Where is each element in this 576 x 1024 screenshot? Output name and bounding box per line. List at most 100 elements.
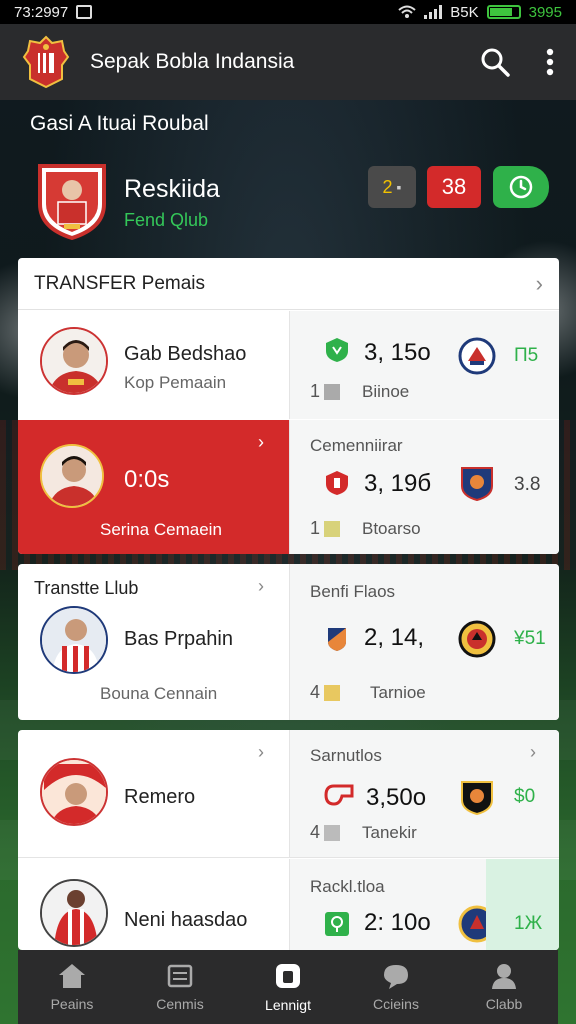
nav-label: Lennigt [265, 997, 311, 1013]
signal-icon [424, 5, 443, 19]
rank-value: 4 [310, 682, 321, 702]
rank-indicator: 1 [310, 381, 341, 402]
whistle-icon [324, 784, 354, 806]
nav-item-active[interactable]: Lennigt [234, 950, 342, 1024]
network-label: B5K [450, 3, 479, 21]
club-subtitle: Fend Qlub [124, 210, 209, 230]
player-list-card: › Remero Sarnutlos › 3,50o $0 4 Tanekir … [18, 730, 559, 950]
club-label: Sarnutlos [310, 746, 382, 765]
stat-chip-small[interactable]: 2 ▪ [368, 166, 416, 208]
club-badge-icon [458, 620, 496, 658]
red-shield-icon [326, 471, 348, 495]
app-title: Sepak Bobla Indansia [90, 50, 295, 73]
transfer-card: TRANSFER Pemais › Gab Bedshao Kop Pemaai… [18, 258, 559, 554]
player-subtitle: Kop Pemaain [124, 373, 227, 392]
wifi-icon [398, 5, 416, 18]
nav-label: Cenmis [156, 996, 204, 1012]
transfer-club-card[interactable]: Transtte Llub › Bas Prpahin Bouna Cennai… [18, 564, 559, 720]
green-shield-icon [326, 338, 348, 362]
rank-label: Tarnioe [370, 683, 426, 702]
rank-indicator: 1 [310, 518, 341, 539]
search-icon[interactable] [480, 47, 510, 77]
section-title: Gasi A Ituai Roubal [30, 112, 209, 135]
clock-icon [509, 175, 533, 199]
player-name: Gab Bedshao [124, 343, 247, 365]
stat-chip-red-value: 38 [441, 174, 467, 199]
rank-label: Tanekir [362, 823, 417, 842]
battery-label: 3995 [528, 3, 562, 21]
club-label: Cemenniirar [310, 436, 403, 455]
player-subtitle: Serina Cemaein [100, 520, 222, 539]
player-subtitle: Bouna Cennain [100, 684, 218, 703]
stat-chip-red[interactable]: 38 [427, 166, 481, 208]
club-name: Reskiida [124, 175, 220, 203]
club-badge-icon [461, 467, 493, 502]
more-vert-icon[interactable] [546, 48, 554, 76]
nav-label: Ccieins [373, 996, 419, 1012]
dots-icon: ▪ [396, 179, 402, 195]
clock-button[interactable] [493, 166, 549, 208]
home-icon [59, 964, 85, 988]
app-bar: Sepak Bobla Indansia [0, 24, 576, 100]
chat-icon [384, 965, 408, 989]
transfer-price: 2: 10o [364, 909, 431, 936]
battery-icon [486, 5, 521, 19]
player-avatar [40, 444, 104, 508]
transfer-card-header[interactable]: TRANSFER Pemais › [18, 258, 559, 310]
nav-item-chat[interactable]: Ccieins [342, 950, 450, 1024]
player-avatar [40, 327, 108, 395]
club-badge-icon [461, 781, 493, 816]
nav-item-profile[interactable]: Clabb [450, 950, 558, 1024]
transfer-card-title: TRANSFER Pemais [34, 272, 206, 294]
delta-value: П5 [514, 345, 539, 366]
rank-value: 4 [310, 822, 321, 842]
chevron-right-icon[interactable]: › [258, 576, 264, 597]
nav-item-list[interactable]: Cenmis [126, 950, 234, 1024]
rank-value: 1 [310, 381, 321, 401]
club-label: Benfi Flaos [310, 582, 396, 601]
green-ball-icon [325, 912, 349, 936]
chevron-right-icon[interactable]: › [536, 271, 543, 297]
nav-label: Peains [50, 996, 94, 1012]
chevron-right-icon[interactable]: › [258, 742, 264, 763]
player-avatar [40, 606, 108, 674]
player-avatar [40, 879, 108, 947]
rank-indicator: 4 [310, 822, 341, 843]
shirt-icon [276, 964, 300, 988]
delta-value: $0 [514, 786, 536, 807]
club-badge-icon [458, 337, 496, 375]
flag-icon [328, 628, 346, 651]
rank-indicator: 4 [310, 682, 341, 703]
match-score: 0:0s [124, 466, 170, 493]
player-avatar [40, 758, 108, 826]
delta-value: 1Ж [514, 913, 543, 934]
transfer-price: 3,50o [366, 784, 427, 811]
chevron-right-icon[interactable]: › [530, 742, 536, 763]
club-crest-icon[interactable] [34, 160, 110, 240]
list-item[interactable]: Gab Bedshao Kop Pemaain 3, 15o П5 1 Biin… [18, 311, 559, 419]
app-logo-icon [22, 35, 70, 89]
transfer-price: 3, 15o [364, 339, 431, 366]
rank-label: Biinoe [362, 382, 410, 401]
list-item[interactable]: Neni haasdao Rackl.tloa 2: 10o 1Ж [18, 859, 559, 950]
rank-label: Btoarso [362, 519, 421, 538]
list-item-highlighted[interactable]: 0:0s Serina Cemaein › Cemenniirar 3, 19б… [18, 420, 559, 554]
nav-label: Clabb [485, 996, 523, 1012]
player-name: Remero [124, 786, 196, 808]
status-time: 73:2997 [14, 3, 69, 21]
list-item[interactable]: › Remero Sarnutlos › 3,50o $0 4 Tanekir [18, 730, 559, 858]
profile-icon [492, 964, 516, 989]
stat-chip-value: 2 [382, 176, 393, 197]
player-name: Bas Prpahin [124, 628, 233, 650]
transfer-price: 2, 14, [364, 624, 425, 651]
nav-item-home[interactable]: Peains [18, 950, 126, 1024]
delta-value: 3.8 [514, 474, 541, 495]
chevron-right-icon[interactable]: › [258, 432, 264, 453]
list-icon [167, 964, 193, 988]
bottom-navigation: Peains Cenmis Lennigt Ccieins Clabb [18, 950, 558, 1024]
club-label: Rackl.tloa [310, 877, 385, 896]
delta-value: ¥51 [514, 628, 546, 649]
player-name: Neni haasdao [124, 909, 248, 931]
highlight-panel [486, 859, 559, 950]
card-title: Transtte Llub [34, 578, 139, 598]
